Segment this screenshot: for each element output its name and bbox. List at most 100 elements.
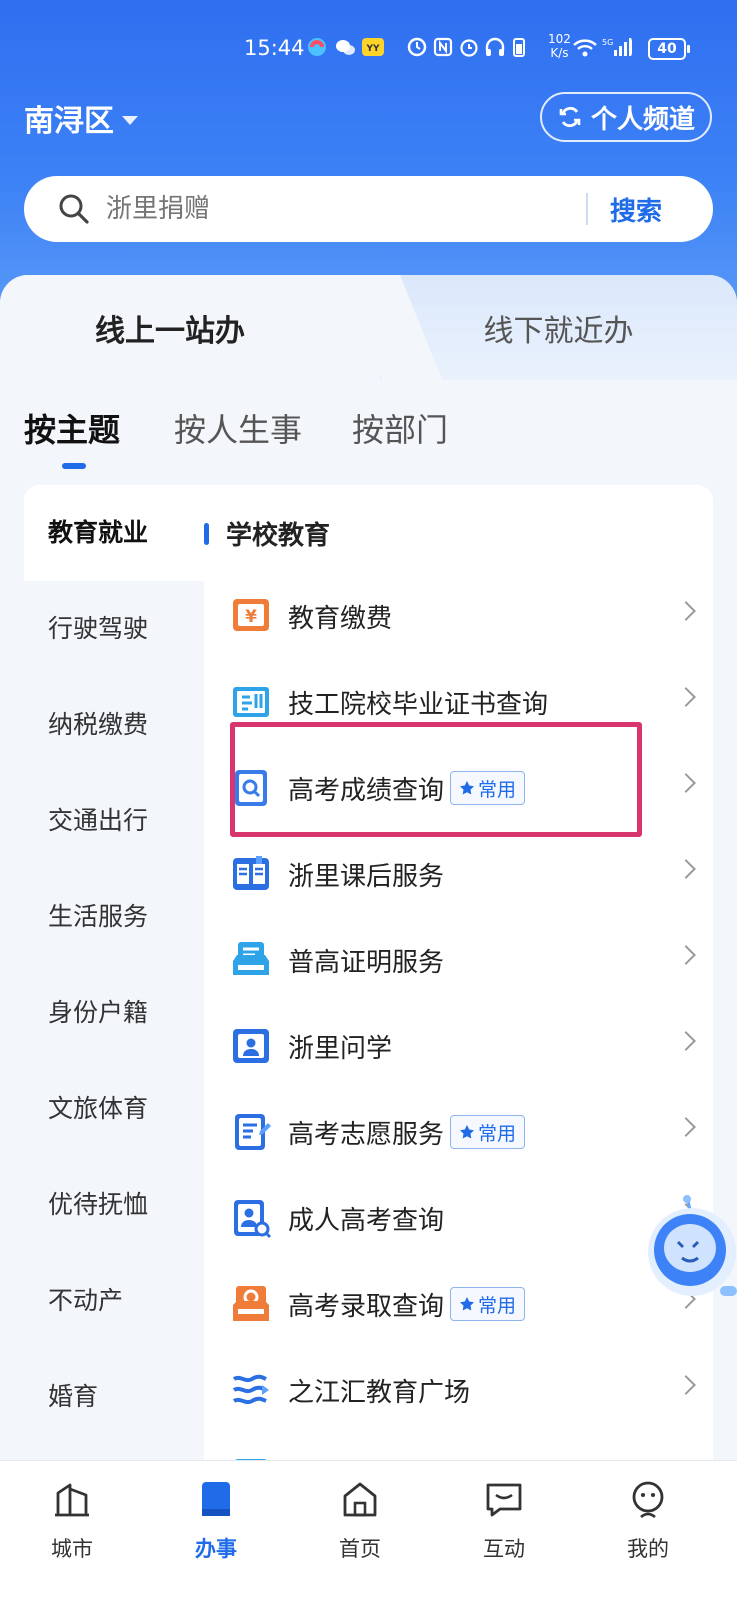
service-item[interactable]: 高考录取查询 常用	[204, 1261, 713, 1347]
star-icon	[460, 1125, 475, 1139]
battery-indicator: 40	[648, 38, 690, 60]
category-item[interactable]: 纳税缴费	[24, 677, 204, 773]
education-plaza-icon	[232, 1374, 269, 1405]
district-selector[interactable]: 南浔区	[24, 96, 138, 140]
adult-exam-icon	[234, 1200, 272, 1239]
category-sidebar: 行驶驾驶 纳税缴费 交通出行 生活服务 身份户籍 文旅体育 优待抚恤 不动产 婚…	[24, 581, 204, 1485]
search-input[interactable]	[106, 194, 546, 224]
category-item[interactable]: 行驶驾驶	[24, 581, 204, 677]
nfc-icon	[433, 37, 453, 57]
service-label: 教育缴费	[288, 603, 393, 634]
nav-label: 办事	[195, 1537, 237, 1561]
admission-query-icon	[233, 1286, 269, 1321]
svg-text:¥: ¥	[245, 607, 257, 627]
star-icon	[460, 1297, 475, 1311]
alarm-icon	[460, 39, 478, 57]
badge-label: 常用	[478, 1294, 517, 1317]
tab-by-department[interactable]: 按部门	[352, 405, 448, 451]
service-label: 技工院校毕业证书查询	[288, 689, 549, 720]
district-label: 南浔区	[24, 104, 114, 139]
section-title: 学校教育	[204, 515, 330, 552]
svg-text:5G: 5G	[602, 38, 613, 47]
nav-label: 首页	[339, 1537, 381, 1561]
nav-profile[interactable]: 我的	[598, 1479, 698, 1563]
category-item-active[interactable]: 教育就业	[24, 485, 204, 581]
service-label: 高考志愿服务	[288, 1119, 445, 1150]
refresh-icon	[559, 106, 581, 128]
profile-icon	[632, 1481, 664, 1519]
city-icon	[55, 1483, 89, 1517]
network-speed: 102 K/s	[548, 32, 571, 60]
search-icon	[59, 194, 89, 224]
frequent-badge: 常用	[450, 1287, 526, 1321]
app-notification-icon	[308, 38, 326, 56]
nav-city[interactable]: 城市	[22, 1479, 122, 1563]
category-item[interactable]: 交通出行	[24, 773, 204, 869]
frequent-badge: 常用	[450, 1115, 526, 1149]
tab-by-life-event[interactable]: 按人生事	[174, 405, 302, 451]
services-icon	[202, 1482, 230, 1516]
service-label: 浙里问学	[288, 1033, 393, 1064]
category-item[interactable]: 婚育	[24, 1349, 204, 1445]
search-bar[interactable]: 搜索	[24, 176, 713, 242]
service-label: 浙里课后服务	[288, 861, 445, 892]
service-item[interactable]: 之江汇教育广场	[204, 1347, 713, 1433]
service-label: 之江汇教育广场	[288, 1377, 471, 1408]
application-form-icon	[235, 1114, 271, 1150]
nav-label: 互动	[483, 1537, 525, 1561]
chevron-right-icon	[676, 773, 696, 793]
chevron-right-icon	[676, 1117, 696, 1137]
status-bar: 15:44 YY 102 K/s 5G 40	[0, 28, 737, 72]
search-divider	[586, 193, 588, 225]
status-time: 15:44	[244, 36, 305, 60]
personal-channel-label: 个人频道	[590, 104, 695, 135]
service-item[interactable]: ¥ 教育缴费	[204, 573, 713, 659]
highlight-box	[230, 722, 642, 837]
nav-services[interactable]: 办事	[166, 1479, 266, 1563]
personal-channel-button[interactable]: 个人频道	[540, 92, 712, 142]
chevron-down-icon	[122, 115, 138, 125]
svg-text:YY: YY	[365, 44, 380, 54]
service-item[interactable]: 浙里问学	[204, 1003, 713, 1089]
home-icon	[343, 1482, 377, 1517]
nav-interaction[interactable]: 互动	[454, 1479, 554, 1563]
tab-by-theme[interactable]: 按主题	[24, 405, 120, 451]
chevron-right-icon	[676, 1375, 696, 1395]
study-icon	[233, 1029, 269, 1063]
category-item[interactable]: 身份户籍	[24, 965, 204, 1061]
service-item[interactable]: 普高证明服务	[204, 917, 713, 1003]
nav-home[interactable]: 首页	[310, 1479, 410, 1563]
wechat-icon	[336, 40, 355, 55]
assistant-mascot-icon[interactable]	[640, 1192, 737, 1312]
service-item[interactable]: 浙里课后服务	[204, 831, 713, 917]
service-label: 成人高考查询	[288, 1205, 445, 1236]
search-button[interactable]: 搜索	[610, 191, 662, 228]
tab-online[interactable]: 线上一站办	[0, 275, 380, 380]
nav-label: 我的	[627, 1537, 669, 1561]
certificate-proof-icon	[233, 942, 269, 975]
active-tab-indicator	[62, 463, 86, 469]
category-item[interactable]: 生活服务	[24, 869, 204, 965]
badge-label: 常用	[478, 1122, 517, 1145]
yy-icon: YY	[362, 38, 384, 56]
service-mode-tabs: 线下就近办 线上一站办	[0, 275, 737, 380]
service-item[interactable]: 成人高考查询	[204, 1175, 713, 1261]
after-school-icon	[233, 856, 269, 890]
chat-icon	[486, 1483, 522, 1517]
nav-label: 城市	[51, 1537, 93, 1561]
service-label: 普高证明服务	[288, 947, 445, 978]
category-item[interactable]: 文旅体育	[24, 1061, 204, 1157]
chevron-right-icon	[676, 601, 696, 621]
signal-icon: 5G	[602, 38, 632, 56]
headphones-icon	[485, 37, 505, 56]
chevron-right-icon	[676, 859, 696, 879]
chevron-right-icon	[676, 1031, 696, 1051]
chevron-right-icon	[676, 945, 696, 965]
category-item[interactable]: 不动产	[24, 1253, 204, 1349]
service-label: 高考录取查询	[288, 1291, 445, 1322]
payment-icon: ¥	[233, 599, 269, 631]
service-item[interactable]: 高考志愿服务 常用	[204, 1089, 713, 1175]
sync-icon	[407, 37, 427, 57]
bottom-navigation: 城市 办事 首页 互动 我的	[0, 1460, 737, 1600]
category-item[interactable]: 优待抚恤	[24, 1157, 204, 1253]
